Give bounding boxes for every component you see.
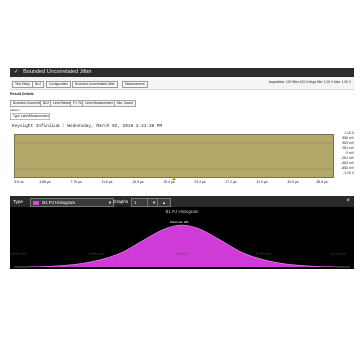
chip-bounded-uncorrelated[interactable]: Bounded Uncorrelated Jitter bbox=[72, 81, 118, 88]
histogram-color-icon bbox=[33, 200, 39, 205]
x-tick: 38.8 µs bbox=[316, 180, 328, 184]
acquisition-status: Acquisition: 100 Wfm 100.0 Msps Min: 1.0… bbox=[268, 80, 351, 84]
chip-configuration[interactable]: Configuration bbox=[46, 81, 71, 88]
label-input[interactable]: Type Label/Measurement bbox=[10, 113, 50, 120]
y-tick: -281 mV bbox=[341, 156, 354, 160]
histogram-type-select[interactable]: B1 PJ Histogram ▾ bbox=[30, 198, 114, 207]
y-tick: 563 mV bbox=[342, 141, 354, 145]
label-caption: Label 1 bbox=[10, 108, 20, 112]
histogram-bell-curve bbox=[14, 225, 350, 267]
chip-measurement[interactable]: Measurement bbox=[122, 81, 148, 88]
histogram-x-tick: -5.000 mUI bbox=[87, 252, 105, 256]
waveform-trace bbox=[14, 134, 334, 178]
histogram-plot: B1 PJ Histogram Maximum 281 bbox=[10, 207, 354, 269]
result-button-min-saved[interactable]: Min: Saved bbox=[114, 100, 136, 107]
histogram-svg bbox=[13, 224, 351, 268]
graphs-label: Graphs bbox=[113, 199, 129, 204]
y-tick: 1.15 V bbox=[344, 131, 354, 135]
x-tick: 31.0 µs bbox=[256, 180, 268, 184]
result-button-level-measurement[interactable]: Level Measurement bbox=[82, 100, 116, 107]
x-tick: 7.76 µs bbox=[70, 180, 82, 184]
window-title: Bounded Uncorrelated Jitter bbox=[23, 69, 92, 75]
histogram-x-tick: 5.000 mUI bbox=[256, 252, 272, 256]
x-tick: 34.9 µs bbox=[287, 180, 299, 184]
chevron-down-icon: ▾ bbox=[108, 200, 111, 205]
result-details-panel: Result Details Bounded Uncorrelated BUJ … bbox=[10, 92, 354, 124]
chevron-up-icon[interactable]: ▴ bbox=[157, 198, 171, 207]
histogram-type-value: B1 PJ Histogram bbox=[42, 200, 76, 205]
histogram-toolbar: Type B1 PJ Histogram ▾ Graphs 1 ▾ ▴ × bbox=[10, 196, 354, 207]
y-tick: -563 mV bbox=[341, 161, 354, 165]
y-tick: -856 mV bbox=[341, 166, 354, 170]
trigger-marker-icon[interactable] bbox=[172, 177, 176, 180]
window-title-bar: ✓ Bounded Uncorrelated Jitter bbox=[10, 68, 354, 77]
histogram-x-tick: -10.00 mUI bbox=[9, 252, 27, 256]
histogram-x-tick: 10.00 mUI bbox=[330, 252, 346, 256]
check-icon: ✓ bbox=[14, 69, 19, 75]
y-tick: 0 mV bbox=[346, 151, 354, 155]
x-tick: 19.4 µs bbox=[163, 180, 175, 184]
x-tick: 15.5 µs bbox=[132, 180, 144, 184]
result-details-heading: Result Details bbox=[10, 92, 34, 96]
y-tick: 856 mV bbox=[342, 136, 354, 140]
waveform-timestamp: Keysight Infiniium : Wednesday, March 02… bbox=[12, 124, 163, 129]
histogram-peak-label: Maximum 281 bbox=[170, 220, 189, 224]
y-tick: 281 mV bbox=[342, 146, 354, 150]
waveform-area: 1.15 V 856 mV 563 mV 281 mV 0 mV -281 mV… bbox=[10, 131, 354, 190]
chip-buj[interactable]: BUJ bbox=[32, 81, 45, 88]
measurement-bar: Test Setup BUJ Configuration Bounded Unc… bbox=[10, 77, 354, 90]
type-label: Type bbox=[13, 199, 23, 204]
y-tick: -1.15 V bbox=[343, 171, 354, 175]
x-tick: 23.3 µs bbox=[194, 180, 206, 184]
x-tick: 11.6 µs bbox=[101, 180, 113, 184]
histogram-x-tick: 0.0 UI bbox=[177, 252, 187, 256]
x-tick: 3.88 µs bbox=[39, 180, 51, 184]
x-tick: 9.6 ns bbox=[14, 180, 24, 184]
close-icon[interactable]: × bbox=[346, 196, 350, 207]
chip-test-setup[interactable]: Test Setup bbox=[12, 81, 34, 88]
x-tick: 27.2 µs bbox=[225, 180, 237, 184]
